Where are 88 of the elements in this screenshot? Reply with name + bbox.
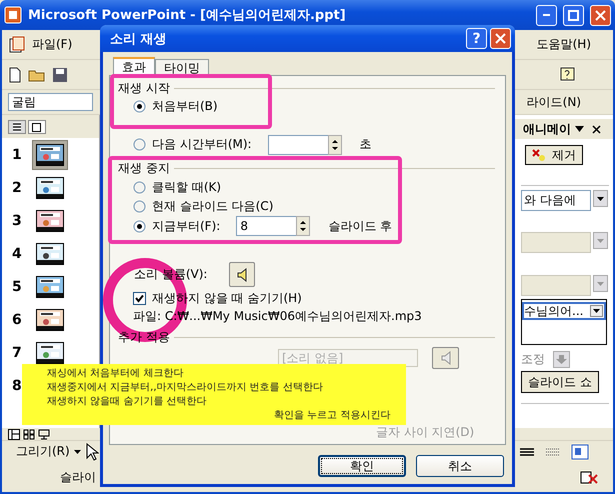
- caret-icon[interactable]: [597, 196, 604, 200]
- slide-thumbnail[interactable]: [32, 140, 68, 170]
- slide-icon: [32, 122, 42, 132]
- slide-number: 5: [12, 278, 22, 294]
- close-icon: [495, 33, 506, 44]
- radio-button[interactable]: [133, 100, 146, 113]
- start-dropdown[interactable]: 와 다음에: [521, 190, 591, 211]
- field-label: 글자 사이 지연(D): [376, 424, 474, 441]
- pane-title: 애니메이: [523, 120, 571, 138]
- group-label: 재생 시작: [118, 80, 170, 96]
- radio-label[interactable]: 처음부터(B): [152, 98, 218, 115]
- status-text: 슬라이: [60, 468, 96, 486]
- close-icon: [595, 10, 606, 20]
- menu-item[interactable]: 파일(F): [32, 36, 72, 53]
- dropdown-button[interactable]: [593, 190, 608, 207]
- dialog-button[interactable]: 확인: [318, 455, 406, 477]
- radio-label[interactable]: 지금부터(F):: [152, 218, 220, 234]
- normal-view-icon[interactable]: [8, 428, 20, 440]
- slide-number: 4: [12, 246, 22, 262]
- caret-icon[interactable]: [575, 126, 584, 132]
- tab[interactable]: 효과: [113, 57, 155, 75]
- new-document-icon[interactable]: [8, 66, 22, 82]
- speaker-icon: [237, 268, 248, 282]
- note-text: 확인을 누르고 적용시킨다: [274, 409, 390, 423]
- radio-button[interactable]: [133, 138, 146, 151]
- slide-number: 7: [12, 344, 22, 360]
- close-button[interactable]: [490, 28, 511, 49]
- caret-icon[interactable]: [74, 450, 81, 454]
- volume-button[interactable]: [229, 262, 256, 287]
- dash-style-icon[interactable]: [545, 446, 561, 458]
- number-field[interactable]: 8: [236, 216, 296, 236]
- note-text: 재생하지 않을때 숨기기를 선택한다: [47, 395, 207, 409]
- slide-number: 1: [12, 146, 22, 162]
- slide-number: 8: [12, 378, 22, 394]
- maximize-button[interactable]: [563, 4, 584, 26]
- unit-label: 슬라이드 후: [328, 218, 392, 234]
- tab[interactable]: 타이밍: [155, 59, 209, 75]
- outline-tab[interactable]: [8, 120, 26, 134]
- minimize-button[interactable]: [536, 4, 557, 26]
- menu-item[interactable]: 도움말(H): [536, 36, 591, 53]
- note-text: 재생중지에서 지금부터,,마지막스라이드까지 번호를 선택한다: [47, 381, 323, 395]
- sound-preview-button[interactable]: [432, 347, 459, 369]
- slide-show-button[interactable]: 슬라이드 쇼: [521, 371, 599, 393]
- radio-label[interactable]: 클릭할 때(K): [152, 179, 222, 196]
- checkbox[interactable]: [133, 292, 146, 305]
- radio-button[interactable]: [133, 200, 146, 213]
- spin-buttons[interactable]: [296, 216, 310, 236]
- animation-list[interactable]: 수님의어...: [521, 299, 607, 345]
- document-icon: [8, 36, 26, 54]
- pointer-icon[interactable]: [84, 442, 99, 460]
- slide-number: 6: [12, 312, 22, 328]
- remove-icon: [532, 149, 546, 161]
- group-label: 재생 중지: [118, 160, 170, 176]
- help-button[interactable]: ?: [466, 28, 487, 49]
- radio-label[interactable]: 현재 슬라이드 다음(C): [152, 198, 274, 215]
- maximize-icon: [568, 10, 579, 20]
- dropdown-button[interactable]: [590, 305, 603, 317]
- save-icon[interactable]: [52, 66, 68, 82]
- radio-button[interactable]: [133, 220, 146, 232]
- drawing-menu[interactable]: 그리기(R): [16, 443, 70, 460]
- dialog-title: 소리 재생: [110, 30, 168, 48]
- slide-sorter-icon[interactable]: [23, 428, 35, 440]
- slides-tab[interactable]: [28, 120, 46, 134]
- app-icon: [4, 6, 22, 24]
- shadow-icon[interactable]: [571, 444, 589, 460]
- unit-label: 초: [360, 136, 372, 153]
- menu-item[interactable]: 라이드(N): [526, 94, 581, 110]
- minimize-icon: [542, 14, 550, 16]
- number-field[interactable]: [268, 134, 328, 154]
- radio-button[interactable]: [133, 181, 146, 194]
- slide-number: 3: [12, 212, 22, 228]
- spin-buttons[interactable]: [328, 134, 342, 154]
- slide-number: 2: [12, 180, 22, 196]
- close-button[interactable]: [590, 4, 611, 26]
- dialog-button[interactable]: 취소: [416, 455, 504, 477]
- font-field[interactable]: 굴림: [8, 93, 93, 111]
- spelling-icon: [579, 469, 599, 485]
- remove-button[interactable]: 제거: [525, 145, 583, 165]
- slide-show-icon[interactable]: [38, 428, 50, 440]
- window-title: Microsoft PowerPoint - [예수님의어린제자.ppt]: [28, 7, 347, 24]
- close-icon[interactable]: [592, 124, 601, 134]
- help-icon[interactable]: [559, 66, 577, 84]
- outline-icon: [12, 123, 22, 131]
- reorder-label: 조정: [521, 351, 545, 368]
- speaker-icon: [440, 351, 450, 365]
- radio-label[interactable]: 다음 시간부터(M):: [152, 136, 252, 153]
- note-text: 재싱에서 처음부터에 체크한다: [47, 367, 184, 381]
- line-style-icon[interactable]: [519, 446, 535, 458]
